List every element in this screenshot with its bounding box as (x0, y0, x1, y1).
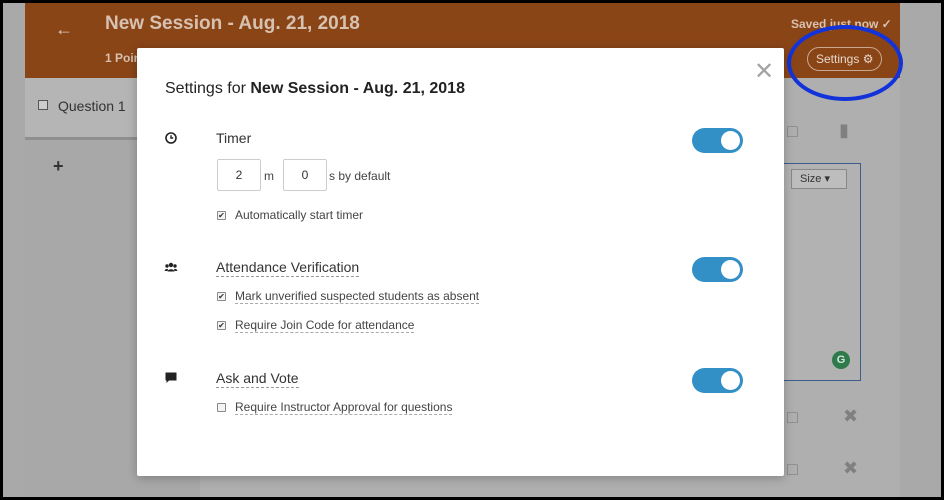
auto-start-checkbox[interactable]: ✔ (217, 211, 226, 220)
highlight-annotation-circle (787, 25, 903, 101)
join-code-checkbox[interactable]: ✔ (217, 321, 226, 330)
grammarly-icon[interactable]: G (832, 351, 850, 369)
seconds-unit-label: s by default (329, 169, 391, 183)
join-code-label: Require Join Code for attendance (235, 318, 415, 333)
ask-vote-toggle[interactable] (692, 368, 743, 393)
instructor-approval-label: Require Instructor Approval for question… (235, 400, 453, 415)
toggle-knob (721, 131, 740, 150)
modal-title: Settings for New Session - Aug. 21, 2018 (165, 80, 465, 98)
size-select[interactable]: Size ▾ (791, 169, 847, 189)
settings-modal: ✕ Settings for New Session - Aug. 21, 20… (137, 48, 784, 476)
mark-absent-label-text: Mark unverified suspected students as ab… (235, 289, 480, 304)
toggle-knob (721, 371, 740, 390)
auto-start-label: Automatically start timer (235, 208, 364, 222)
question-checkbox[interactable] (38, 100, 48, 110)
attendance-label: Attendance Verification (216, 259, 360, 277)
modal-title-session: New Session - Aug. 21, 2018 (250, 80, 465, 97)
ask-vote-label: Ask and Vote (216, 370, 299, 388)
answer-editor-box[interactable] (783, 163, 861, 381)
join-code-label-text: Require Join Code for attendance (235, 318, 415, 333)
instructor-approval-label-text: Require Instructor Approval for question… (235, 400, 453, 415)
trash-icon[interactable]: ▮ (839, 120, 849, 141)
comment-icon[interactable]: □ (787, 407, 798, 428)
comment-icon (165, 372, 177, 383)
session-title: New Session - Aug. 21, 2018 (105, 13, 360, 34)
timer-minutes-input[interactable] (217, 159, 261, 191)
close-icon[interactable]: ✕ (754, 60, 774, 84)
mark-absent-label: Mark unverified suspected students as ab… (235, 289, 480, 304)
clock-icon (165, 132, 177, 144)
instructor-approval-checkbox[interactable] (217, 403, 226, 412)
mark-absent-checkbox[interactable]: ✔ (217, 292, 226, 301)
timer-label: Timer (216, 130, 252, 146)
toggle-knob (721, 260, 740, 279)
comment-icon[interactable]: □ (787, 121, 798, 142)
points-text: 1 Poin (105, 51, 142, 65)
delete-icon[interactable]: ✖ (843, 458, 858, 479)
minutes-unit-label: m (264, 169, 274, 183)
attendance-toggle[interactable] (692, 257, 743, 282)
delete-icon[interactable]: ✖ (843, 406, 858, 427)
timer-toggle[interactable] (692, 128, 743, 153)
users-icon (164, 262, 178, 272)
question-label: Question 1 (58, 98, 126, 114)
timer-seconds-input[interactable] (283, 159, 327, 191)
back-arrow-icon[interactable]: ← (55, 19, 73, 40)
modal-title-prefix: Settings for (165, 80, 251, 97)
add-question-button[interactable]: + (53, 156, 64, 177)
comment-icon[interactable]: □ (787, 459, 798, 480)
